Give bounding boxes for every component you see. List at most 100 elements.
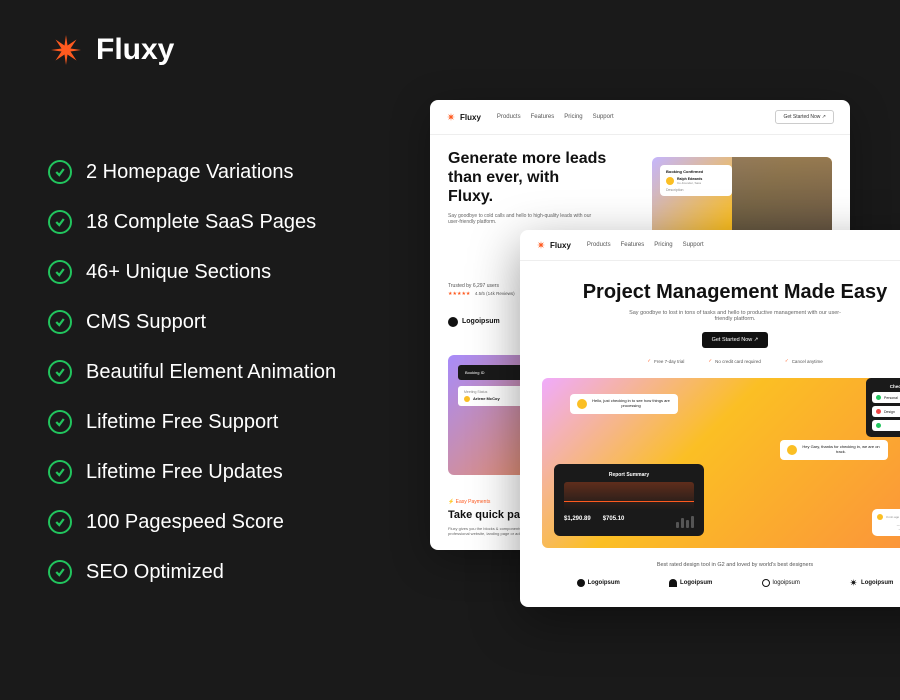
avatar <box>464 396 470 402</box>
notification-body: — — — —— — — <box>877 523 900 531</box>
feature-item: CMS Support <box>48 310 336 334</box>
preview-logo: Fluxy <box>446 112 481 122</box>
chat-bubble: Hello, just checking in to see how thing… <box>570 394 678 414</box>
feature-text: Lifetime Free Support <box>86 411 278 434</box>
avatar <box>877 514 883 520</box>
status-dot-icon <box>876 395 881 400</box>
feature-text: Beautiful Element Animation <box>86 361 336 384</box>
chat-bubble: Hey Gary, thanks for checking in, we are… <box>780 440 888 460</box>
checklist-item: Personal <box>872 392 900 403</box>
preview-logo: Fluxy <box>536 240 571 250</box>
trial-item: ✓No credit card required <box>708 358 761 364</box>
booking-status: Booking Confirmed <box>666 169 726 174</box>
hero-subtitle: Say goodbye to lost in tons of tasks and… <box>625 310 845 322</box>
checklist-item: Design <box>872 406 900 417</box>
hero-title: Project Management Made Easy <box>542 281 900 304</box>
check-icon <box>48 160 72 184</box>
brand-logo: Fluxy <box>48 32 174 68</box>
social-proof: Best rated design tool in G2 and loved b… <box>542 562 900 568</box>
nav-item[interactable]: Features <box>621 242 645 248</box>
rating-text: 4.5/5 (14k Reviews) <box>475 291 515 296</box>
checklist-item <box>872 420 900 431</box>
feature-item: 100 Pagespeed Score <box>48 510 336 534</box>
trial-item: ✓Cancel anytime <box>785 358 823 364</box>
preview-nav-items: Products Features Pricing Support <box>587 242 704 248</box>
feature-item: 2 Homepage Variations <box>48 160 336 184</box>
get-started-button[interactable]: Get Started Now ↗ <box>775 110 834 124</box>
client-logo: Logoipsum <box>849 578 893 587</box>
report-value: $705.10 <box>603 516 625 528</box>
status-dot-icon <box>876 409 881 414</box>
avatar <box>787 445 797 455</box>
asterisk-icon <box>446 112 456 122</box>
avatar <box>666 177 674 185</box>
logo-icon <box>577 579 585 587</box>
asterisk-icon <box>536 240 546 250</box>
checklist-card: Checklists Personal Design <box>866 378 900 437</box>
chat-text: Hello, just checking in to see how thing… <box>591 399 671 409</box>
preview-nav: Fluxy Products Features Pricing Support … <box>430 100 850 135</box>
preview-area: Fluxy Products Features Pricing Support … <box>430 100 900 700</box>
preview-nav: Fluxy Products Features Pricing Support <box>520 230 900 261</box>
nav-item[interactable]: Pricing <box>654 242 672 248</box>
booking-name: Ralph Edwards <box>677 177 702 181</box>
logo-row: Logoipsum Logoipsum logoipsum Logoipsum <box>542 578 900 587</box>
nav-item[interactable]: Products <box>497 114 521 120</box>
feature-text: 2 Homepage Variations <box>86 161 294 184</box>
asterisk-icon <box>48 32 84 68</box>
chart-area <box>564 482 694 510</box>
feature-item: Lifetime Free Updates <box>48 460 336 484</box>
report-card: Report Summary $1,290.89 $705.10 <box>554 464 704 536</box>
check-icon <box>48 310 72 334</box>
feature-item: 46+ Unique Sections <box>48 260 336 284</box>
feature-text: 46+ Unique Sections <box>86 261 271 284</box>
check-icon: ✓ <box>708 358 712 364</box>
check-icon <box>48 560 72 584</box>
trial-item: ✓Free 7-day trial <box>647 358 684 364</box>
report-title: Report Summary <box>564 472 694 478</box>
feature-item: Lifetime Free Support <box>48 410 336 434</box>
time-ago: 3 min ago <box>877 514 900 520</box>
hero-subtitle: Say goodbye to cold calls and hello to h… <box>448 213 598 225</box>
nav-item[interactable]: Support <box>683 242 704 248</box>
feature-text: CMS Support <box>86 311 206 334</box>
feature-item: Beautiful Element Animation <box>48 360 336 384</box>
notification-card: 3 min ago — — — —— — — <box>872 509 900 536</box>
hero-section: Project Management Made Easy Say goodbye… <box>520 261 900 607</box>
hero-title: Generate more leads than ever, with Flux… <box>448 149 608 207</box>
logo-icon <box>669 579 677 587</box>
bar-chart-icon <box>676 516 694 528</box>
nav-item[interactable]: Features <box>531 114 555 120</box>
report-value: $1,290.89 <box>564 516 591 528</box>
check-icon <box>48 360 72 384</box>
client-logo: Logoipsum <box>577 579 620 587</box>
feature-text: SEO Optimized <box>86 561 224 584</box>
check-icon <box>48 210 72 234</box>
checklist-title: Checklists <box>872 384 900 389</box>
feature-item: 18 Complete SaaS Pages <box>48 210 336 234</box>
check-icon <box>48 410 72 434</box>
check-icon <box>48 510 72 534</box>
preview-homepage-2: Fluxy Products Features Pricing Support … <box>520 230 900 607</box>
check-icon <box>48 260 72 284</box>
preview-logo-text: Fluxy <box>460 113 481 122</box>
booking-card: Booking Confirmed Ralph Edwards Co-Found… <box>660 165 732 196</box>
check-icon: ✓ <box>785 358 789 364</box>
hero-image: Hello, just checking in to see how thing… <box>542 378 900 548</box>
preview-nav-items: Products Features Pricing Support <box>497 114 614 120</box>
logo-icon <box>762 579 770 587</box>
logo-icon <box>448 317 458 327</box>
feature-item: SEO Optimized <box>48 560 336 584</box>
status-dot-icon <box>876 423 881 428</box>
get-started-button[interactable]: Get Started Now ↗ <box>702 332 769 348</box>
description-label: Description <box>666 188 726 192</box>
client-logo: logoipsum <box>762 579 800 587</box>
brand-name: Fluxy <box>96 33 174 67</box>
nav-item[interactable]: Support <box>593 114 614 120</box>
chat-text: Hey Gary, thanks for checking in, we are… <box>801 445 881 455</box>
nav-item[interactable]: Pricing <box>564 114 582 120</box>
feature-text: 18 Complete SaaS Pages <box>86 211 316 234</box>
feature-list: 2 Homepage Variations 18 Complete SaaS P… <box>48 160 336 584</box>
nav-item[interactable]: Products <box>587 242 611 248</box>
feature-text: 100 Pagespeed Score <box>86 511 284 534</box>
